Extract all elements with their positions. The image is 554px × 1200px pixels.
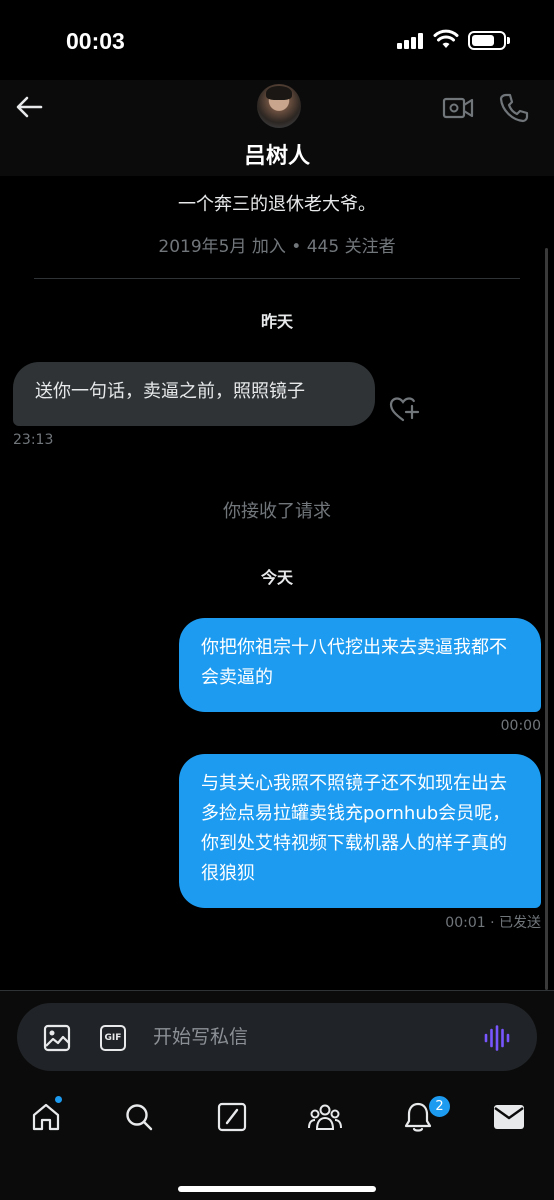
composer: GIF: [17, 1003, 537, 1071]
message-thread[interactable]: 一个奔三的退休老大爷。 2019年5月 加入 • 445 关注者 昨天 送你一句…: [0, 176, 554, 990]
tab-search[interactable]: [122, 1100, 156, 1134]
back-button[interactable]: [12, 90, 46, 124]
image-button[interactable]: [43, 1024, 71, 1052]
tab-compose[interactable]: [215, 1100, 249, 1134]
system-notice: 你接收了请求: [223, 501, 331, 522]
incoming-message[interactable]: 送你一句话，卖逼之前，照照镜子: [13, 362, 375, 426]
divider: [34, 278, 520, 279]
contact-name[interactable]: 吕树人: [0, 138, 554, 170]
signal-icon: [397, 33, 425, 49]
composer-bar: GIF: [0, 990, 554, 1080]
message-timestamp: 00:00: [500, 718, 541, 734]
status-time: 00:03: [66, 28, 125, 54]
video-call-button[interactable]: [442, 94, 474, 122]
tab-communities[interactable]: [308, 1100, 342, 1134]
phone-call-button[interactable]: [498, 92, 530, 124]
conversation-header: 吕树人: [0, 80, 554, 176]
gif-button[interactable]: GIF: [100, 1025, 126, 1051]
outgoing-message[interactable]: 你把你祖宗十八代挖出来去卖逼我都不会卖逼的: [179, 618, 541, 712]
outgoing-message[interactable]: 与其关心我照不照镜子还不如现在出去多捡点易拉罐卖钱充pornhub会员呢，你到处…: [179, 754, 541, 908]
scrollbar[interactable]: [545, 248, 548, 990]
messages-icon: [494, 1105, 524, 1129]
tab-home[interactable]: [29, 1100, 63, 1134]
tab-bar: 2: [0, 1080, 554, 1200]
home-icon: [32, 1103, 60, 1131]
battery-icon: [468, 31, 510, 50]
home-unread-dot: [55, 1096, 62, 1103]
message-timestamp-sent: 00:01 · 已发送: [445, 915, 541, 931]
avatar[interactable]: [257, 84, 301, 128]
home-indicator[interactable]: [178, 1186, 376, 1192]
notification-badge: 2: [427, 1094, 452, 1119]
add-reaction-button[interactable]: [388, 394, 420, 424]
tab-messages[interactable]: [492, 1100, 526, 1134]
arrow-left-icon: [16, 96, 43, 118]
wifi-icon: [433, 29, 459, 48]
day-label-today: 今天: [260, 568, 293, 587]
communities-icon: [308, 1104, 342, 1130]
message-input[interactable]: [153, 1017, 463, 1057]
profile-meta: 2019年5月 加入 • 445 关注者: [158, 237, 396, 257]
day-label-yesterday: 昨天: [260, 312, 293, 331]
profile-bio: 一个奔三的退休老大爷。: [178, 194, 376, 215]
status-bar: 00:03: [0, 0, 554, 80]
compose-icon: [217, 1102, 247, 1132]
search-icon: [126, 1104, 153, 1131]
voice-message-button[interactable]: [483, 1025, 511, 1051]
message-timestamp: 23:13: [13, 432, 54, 448]
